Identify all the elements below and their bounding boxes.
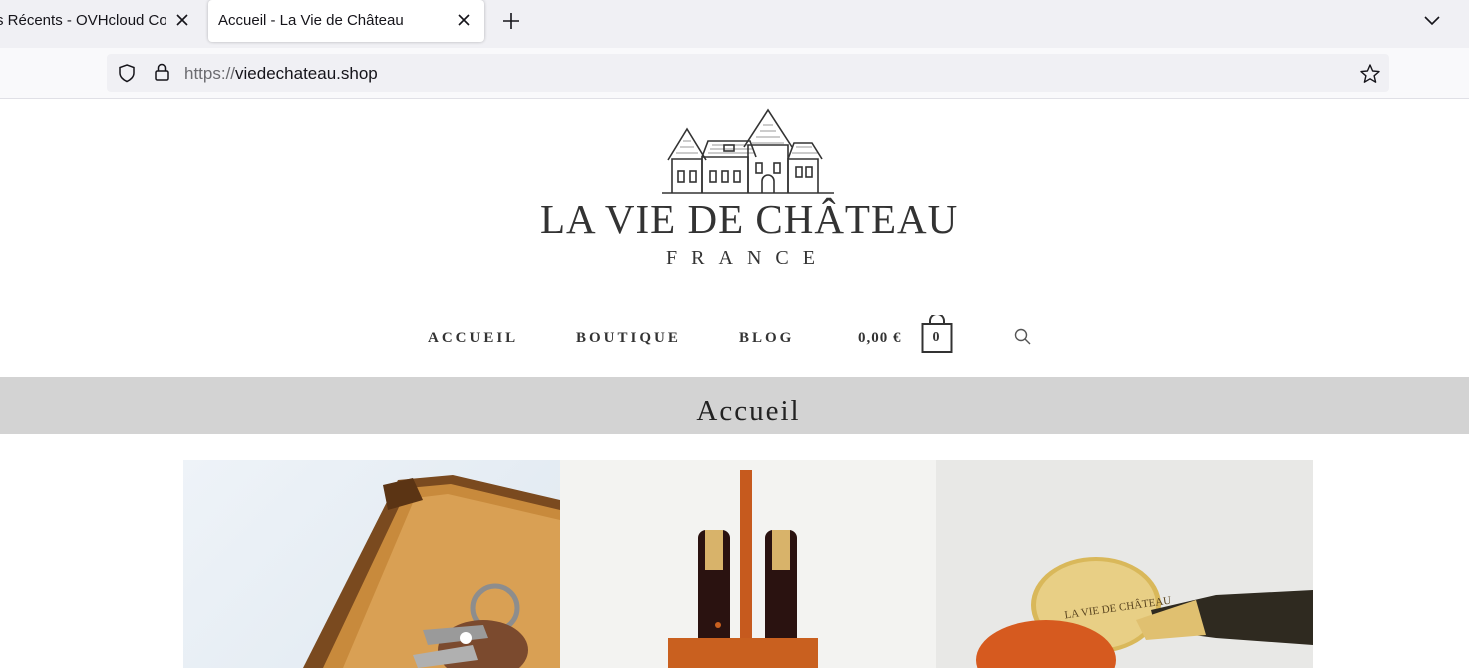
menu-item-blog[interactable]: BLOG — [739, 330, 794, 347]
page-title: Accueil — [696, 395, 801, 427]
coaster-image — [976, 557, 1313, 668]
product-image-wine-carrier[interactable] — [560, 460, 936, 668]
cart-count-badge: 0 — [932, 330, 940, 345]
main-menu: ACCUEIL BOUTIQUE BLOG 0,00 € 0 — [0, 315, 1469, 355]
tab-title: s Récents - OVHcloud Con — [0, 12, 166, 29]
logo-title: LA VIE DE CHÂTEAU — [540, 196, 959, 242]
url-text[interactable]: https://viedechateau.shop — [184, 64, 378, 84]
browser-tab-bar: s Récents - OVHcloud Con Accueil - La Vi… — [0, 0, 1469, 48]
tab-title: Accueil - La Vie de Château — [218, 12, 404, 29]
leather-tray-image — [303, 475, 560, 668]
product-image-coaster[interactable]: LA VIE DE CHÂTEAU — [936, 460, 1313, 668]
close-icon[interactable] — [456, 12, 472, 28]
product-image-leather-tray[interactable] — [183, 460, 560, 668]
shield-icon[interactable] — [117, 63, 137, 87]
menu-item-boutique[interactable]: BOUTIQUE — [576, 330, 681, 347]
search-icon[interactable] — [1013, 327, 1033, 347]
page-title-band: Accueil — [0, 377, 1469, 434]
url-scheme: https:// — [184, 64, 236, 83]
tab-ovhcloud[interactable]: s Récents - OVHcloud Con — [0, 0, 200, 42]
menu-item-accueil[interactable]: ACCUEIL — [428, 330, 518, 347]
chateau-icon — [662, 108, 834, 194]
logo-subtitle: FRANCE — [666, 247, 829, 269]
lock-icon[interactable] — [152, 62, 172, 86]
tab-accueil[interactable]: Accueil - La Vie de Château — [208, 0, 484, 42]
url-bar[interactable]: https://viedechateau.shop — [107, 54, 1389, 92]
url-host: viedechateau.shop — [235, 64, 378, 83]
new-tab-plus-icon[interactable] — [500, 10, 522, 32]
product-grid: LA VIE DE CHÂTEAU — [183, 460, 1313, 668]
browser-nav-bar: https://viedechateau.shop — [0, 48, 1469, 99]
site-logo[interactable]: LA VIE DE CHÂTEAU FRANCE — [540, 105, 960, 275]
wine-carrier-image — [668, 470, 818, 668]
chevron-down-icon[interactable] — [1422, 11, 1442, 31]
bookmark-star-icon[interactable] — [1359, 63, 1381, 89]
close-icon[interactable] — [174, 12, 190, 28]
cart-amount[interactable]: 0,00 € — [858, 330, 902, 347]
